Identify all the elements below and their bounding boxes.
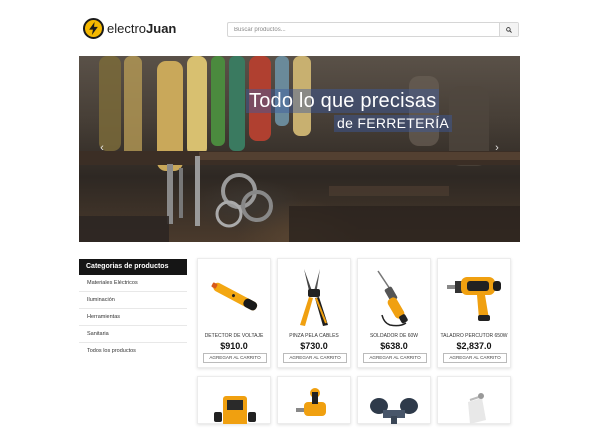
impact-drill-icon	[442, 263, 508, 331]
sidebar-item-sanitaria[interactable]: Sanitaria	[79, 326, 187, 343]
add-to-cart-button[interactable]: AGREGAR AL CARRITO	[363, 353, 427, 363]
sidebar-title: Categorias de productos	[79, 259, 187, 275]
add-to-cart-button[interactable]: AGREGAR AL CARRITO	[203, 353, 267, 363]
product-card[interactable]: PINZA PELA CABLES $730.0 AGREGAR AL CARR…	[277, 258, 351, 368]
product-price: $730.0	[300, 341, 328, 351]
lamp-icon	[442, 381, 508, 425]
hero-banner[interactable]: Todo lo que precisas de FERRETERÍA ‹ ›	[79, 56, 520, 242]
product-price: $910.0	[220, 341, 248, 351]
product-grid: DETECTOR DE VOLTAJE $910.0 AGREGAR AL CA…	[197, 258, 519, 430]
product-name: DETECTOR DE VOLTAJE	[204, 333, 264, 339]
cordless-drill-icon	[282, 381, 348, 425]
lightning-bolt-icon	[83, 18, 104, 39]
search-input[interactable]	[228, 23, 499, 36]
faucet-icon	[362, 381, 428, 425]
sidebar-item-iluminacion[interactable]: Iluminación	[79, 292, 187, 309]
product-price: $638.0	[380, 341, 408, 351]
product-name: TALADRO PERCUTOR 650W	[440, 333, 508, 339]
hero-headline: Todo lo que precisas	[246, 89, 440, 113]
sidebar-item-herramientas[interactable]: Herramientas	[79, 309, 187, 326]
sidebar-item-materiales-electricos[interactable]: Materiales Eléctricos	[79, 275, 187, 292]
product-card[interactable]	[437, 376, 511, 424]
brand-name: electroJuan	[107, 21, 177, 36]
add-to-cart-button[interactable]: AGREGAR AL CARRITO	[283, 353, 347, 363]
site-header: electroJuan	[0, 0, 600, 56]
hero-subheadline: de FERRETERÍA	[334, 115, 453, 132]
product-name: PINZA PELA CABLES	[289, 333, 339, 339]
wire-stripper-icon	[282, 263, 348, 331]
category-sidebar: Categorias de productos Materiales Eléct…	[79, 259, 187, 360]
multimeter-icon	[202, 381, 268, 425]
product-card[interactable]: SOLDADOR DE 60W $638.0 AGREGAR AL CARRIT…	[357, 258, 431, 368]
soldering-iron-icon	[362, 263, 428, 331]
product-price: $2,837.0	[456, 341, 492, 351]
hero-tools-image	[79, 56, 520, 242]
product-card[interactable]: DETECTOR DE VOLTAJE $910.0 AGREGAR AL CA…	[197, 258, 271, 368]
search-bar	[227, 22, 519, 37]
product-card[interactable]	[197, 376, 271, 424]
carousel-next-button[interactable]: ›	[491, 141, 503, 155]
add-to-cart-button[interactable]: AGREGAR AL CARRITO	[443, 353, 507, 363]
product-name: SOLDADOR DE 60W	[369, 333, 419, 339]
product-card[interactable]	[277, 376, 351, 424]
search-icon	[506, 26, 512, 33]
brand-logo[interactable]: electroJuan	[83, 18, 176, 39]
product-card[interactable]	[357, 376, 431, 424]
search-button[interactable]	[499, 23, 518, 36]
sidebar-item-todos[interactable]: Todos los productos	[79, 343, 187, 360]
carousel-prev-button[interactable]: ‹	[96, 141, 108, 155]
voltage-detector-icon	[202, 263, 268, 331]
product-card[interactable]: TALADRO PERCUTOR 650W $2,837.0 AGREGAR A…	[437, 258, 511, 368]
